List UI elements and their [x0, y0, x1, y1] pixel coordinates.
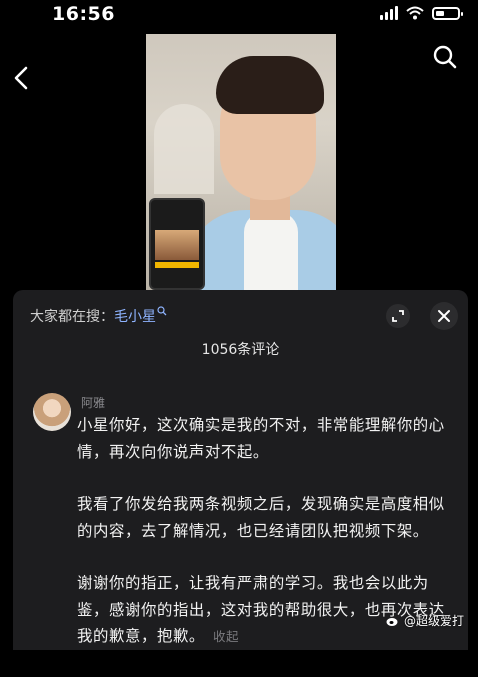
comment-panel: 大家都在搜：毛小星 1056条评论 阿雅 小星你好，这次确实是我的不对，非常能理…	[13, 290, 468, 650]
search-icon	[157, 306, 167, 316]
search-button[interactable]	[432, 44, 458, 70]
comment-body: 小星你好，这次确实是我的不对，非常能理解你的心情，再次向你说声对不起。 我看了你…	[77, 412, 459, 677]
comment-username[interactable]: 阿雅	[81, 394, 105, 411]
expand-button[interactable]	[386, 304, 410, 328]
avatar[interactable]	[33, 393, 71, 431]
watermark: @超级爱打	[386, 612, 464, 629]
wifi-icon	[406, 6, 424, 20]
comment-count: 1056条评论	[201, 342, 280, 358]
search-suggestion[interactable]: 大家都在搜：毛小星	[30, 306, 167, 326]
status-icons	[380, 6, 463, 20]
comment-paragraph: 谢谢你的指正，让我有严肃的学习。我也会以此为鉴，感谢你的指出，这对我的帮助很大，…	[77, 574, 445, 645]
phone-in-video	[149, 198, 205, 290]
search-icon	[433, 45, 457, 69]
battery-icon	[432, 6, 463, 20]
back-button[interactable]	[8, 60, 36, 96]
cellular-signal-icon	[380, 6, 398, 20]
collapse-button[interactable]: 收起	[213, 629, 239, 644]
expand-icon	[392, 310, 404, 322]
weibo-logo-icon	[386, 617, 398, 626]
status-time: 16:56	[52, 3, 115, 25]
comment-paragraph: 小星你好，这次确实是我的不对，非常能理解你的心情，再次向你说声对不起。	[77, 416, 445, 461]
search-suggestion-term[interactable]: 毛小星	[114, 309, 156, 325]
comment-paragraph: 我看了你发给我两条视频之后，发现确实是高度相似的内容，去了解情况，也已经请团队把…	[77, 495, 445, 540]
video-player[interactable]	[146, 34, 336, 290]
close-icon	[438, 310, 450, 322]
chevron-left-icon	[14, 66, 28, 90]
status-bar: 16:56	[0, 0, 478, 30]
close-button[interactable]	[430, 302, 458, 330]
search-suggestion-prefix: 大家都在搜：	[30, 309, 114, 325]
watermark-text: @超级爱打	[403, 614, 464, 628]
